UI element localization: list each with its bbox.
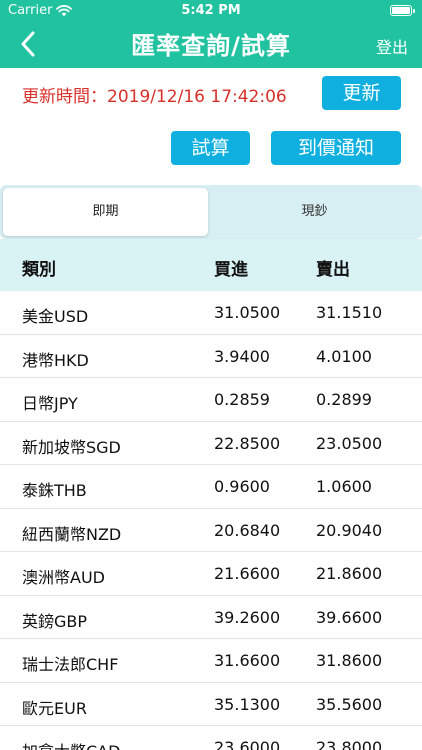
currency-name: 泰銖THB (22, 481, 87, 500)
header-sell: 賣出 (316, 260, 350, 280)
currency-name: 澳洲幣AUD (22, 568, 105, 587)
buy-rate: 3.9400 (214, 346, 270, 366)
nav-bar: 匯率查詢/試算 登出 (0, 22, 422, 68)
header-category: 類別 (22, 260, 56, 280)
currency-name: 英鎊GBP (22, 611, 88, 631)
calculate-button[interactable]: 試算 (171, 131, 250, 165)
currency-name: 日幣JPY (22, 394, 78, 413)
buy-rate: 23.6000 (214, 738, 281, 750)
header-buy: 買進 (214, 260, 248, 280)
sell-rate: 1.0600 (316, 477, 372, 496)
currency-name: 加拿大幣CAD (22, 738, 120, 750)
status-time: 5:42 PM (181, 3, 241, 18)
logout-button[interactable]: 登出 (376, 34, 408, 58)
rate-type-segmented-control: 即期 現鈔 (0, 185, 422, 239)
sell-rate: 31.1510 (316, 303, 383, 322)
currency-name: 新加坡幣SGD (22, 437, 121, 457)
table-row[interactable]: 歐元EUR 35.1300 35.5600 (0, 683, 422, 726)
price-alert-button[interactable]: 到價通知 (271, 131, 401, 165)
status-bar: Carrier 5:42 PM (0, 0, 422, 22)
tab-cash[interactable]: 現鈔 (210, 188, 419, 236)
buy-rate: 31.6600 (214, 651, 281, 670)
table-row[interactable]: 美金USD 31.0500 31.1510 (0, 291, 422, 335)
sell-rate: 21.8600 (316, 564, 383, 583)
table-row[interactable]: 泰銖THB 0.9600 1.0600 (0, 465, 422, 509)
sell-rate: 39.6600 (316, 607, 383, 627)
battery-icon (390, 5, 415, 16)
table-row[interactable]: 加拿大幣CAD 23.6000 23.8000 (0, 726, 422, 750)
currency-name: 紐西蘭幣NZD (22, 524, 122, 544)
table-row[interactable]: 瑞士法郎CHF 31.6600 31.8600 (0, 639, 422, 683)
sell-rate: 0.2899 (316, 390, 372, 409)
buy-rate: 31.0500 (214, 303, 281, 322)
refresh-button[interactable]: 更新 (322, 76, 401, 110)
buy-rate: 39.2600 (214, 607, 281, 627)
tab-spot[interactable]: 即期 (3, 188, 208, 236)
table-row[interactable]: 港幣HKD 3.9400 4.0100 (0, 335, 422, 378)
buy-rate: 20.6840 (214, 520, 281, 540)
table-row[interactable]: 紐西蘭幣NZD 20.6840 20.9040 (0, 509, 422, 552)
update-time: 更新時間：2019/12/16 17:42:06 (22, 82, 287, 107)
rate-table: 美金USD 31.0500 31.1510 港幣HKD 3.9400 4.010… (0, 291, 422, 750)
buy-rate: 35.1300 (214, 694, 281, 714)
buy-rate: 0.9600 (214, 477, 270, 496)
app-header: Carrier 5:42 PM 匯率查詢/試算 登出 (0, 0, 422, 68)
sell-rate: 4.0100 (316, 346, 372, 366)
currency-name: 港幣HKD (22, 350, 89, 370)
sell-rate: 35.5600 (316, 694, 383, 714)
table-row[interactable]: 澳洲幣AUD 21.6600 21.8600 (0, 552, 422, 596)
update-time-label: 更新時間： (22, 87, 107, 107)
table-row[interactable]: 日幣JPY 0.2859 0.2899 (0, 378, 422, 422)
buy-rate: 21.6600 (214, 564, 281, 583)
currency-name: 瑞士法郎CHF (22, 655, 119, 674)
update-time-value: 2019/12/16 17:42:06 (107, 87, 287, 107)
sell-rate: 20.9040 (316, 520, 383, 540)
sell-rate: 23.0500 (316, 433, 383, 453)
sell-rate: 31.8600 (316, 651, 383, 670)
table-row[interactable]: 英鎊GBP 39.2600 39.6600 (0, 596, 422, 639)
buy-rate: 0.2859 (214, 390, 270, 409)
currency-name: 美金USD (22, 307, 89, 326)
currency-name: 歐元EUR (22, 698, 87, 718)
page-title: 匯率查詢/試算 (131, 32, 291, 60)
table-header: 類別 買進 賣出 (0, 239, 422, 291)
sell-rate: 23.8000 (316, 738, 383, 750)
table-row[interactable]: 新加坡幣SGD 22.8500 23.0500 (0, 422, 422, 465)
buy-rate: 22.8500 (214, 433, 281, 453)
